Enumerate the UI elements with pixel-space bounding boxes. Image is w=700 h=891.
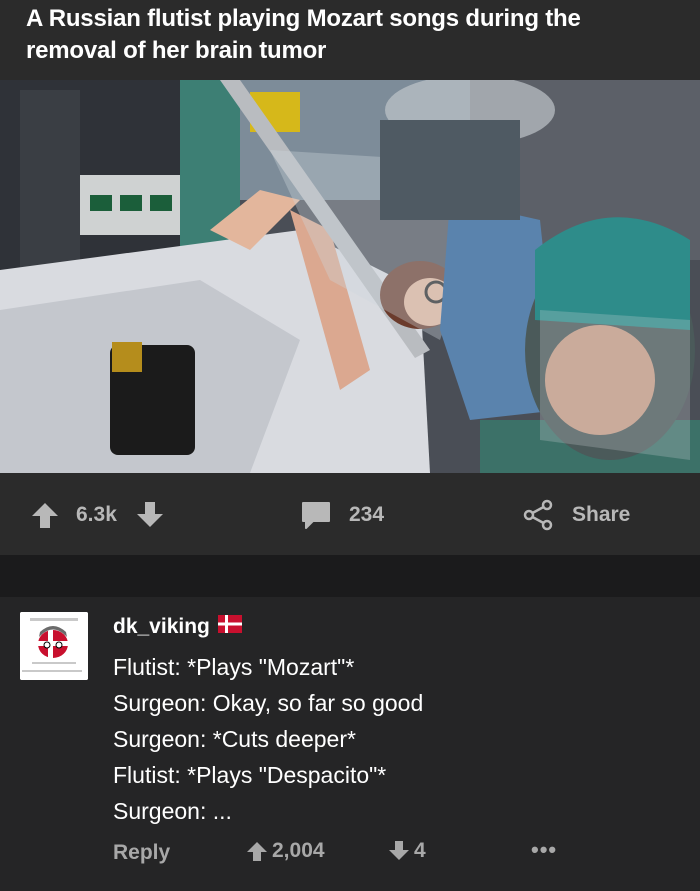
- denmark-flag-icon: [217, 615, 242, 639]
- section-divider: [0, 555, 700, 597]
- comment: dk_viking Flutist: *Plays "Mozart"* Surg…: [0, 597, 700, 891]
- post-action-bar: 6.3k 234 Share: [0, 473, 700, 555]
- post-title[interactable]: A Russian flutist playing Mozart songs d…: [26, 3, 676, 67]
- comment-line: Surgeon: *Cuts deeper*: [113, 726, 356, 752]
- comment-bubble-icon: [300, 499, 332, 531]
- comment-username[interactable]: dk_viking: [113, 615, 242, 639]
- comment-upvote[interactable]: 2,004: [246, 839, 325, 863]
- username-text[interactable]: dk_viking: [113, 615, 210, 639]
- share-button[interactable]: Share: [522, 499, 631, 531]
- downvote-arrow-icon: [389, 841, 409, 860]
- comment-line: Surgeon: Okay, so far so good: [113, 690, 424, 716]
- comment-upvote-count: 2,004: [272, 839, 325, 862]
- comments-group[interactable]: 234: [300, 500, 384, 530]
- comment-body: Flutist: *Plays "Mozart"* Surgeon: Okay,…: [113, 649, 673, 829]
- comment-downvote[interactable]: 4: [388, 839, 426, 863]
- comment-count: 234: [349, 503, 385, 526]
- reply-button[interactable]: Reply: [113, 841, 170, 865]
- upvote-count: 6.3k: [76, 503, 117, 526]
- comment-actions: Reply 2,004 4 •••: [0, 837, 700, 871]
- comment-downvote-count: 4: [414, 839, 426, 862]
- surgery-photo: [0, 80, 700, 473]
- upvote-arrow-icon[interactable]: [30, 500, 60, 530]
- comment-line: Flutist: *Plays "Mozart"*: [113, 654, 355, 680]
- avatar[interactable]: [20, 612, 88, 680]
- upvote-arrow-icon: [247, 842, 267, 861]
- post-header: A Russian flutist playing Mozart songs d…: [0, 0, 700, 80]
- share-icon: [522, 499, 554, 531]
- post-image[interactable]: [0, 80, 700, 473]
- more-options-icon[interactable]: •••: [531, 837, 557, 863]
- share-label: Share: [572, 503, 631, 526]
- countryball-avatar-icon: [20, 612, 88, 680]
- downvote-arrow-icon[interactable]: [135, 500, 165, 530]
- upvote-group: 6.3k: [30, 500, 165, 530]
- comment-line: Flutist: *Plays "Despacito"*: [113, 762, 387, 788]
- comment-line: Surgeon: ...: [113, 798, 232, 824]
